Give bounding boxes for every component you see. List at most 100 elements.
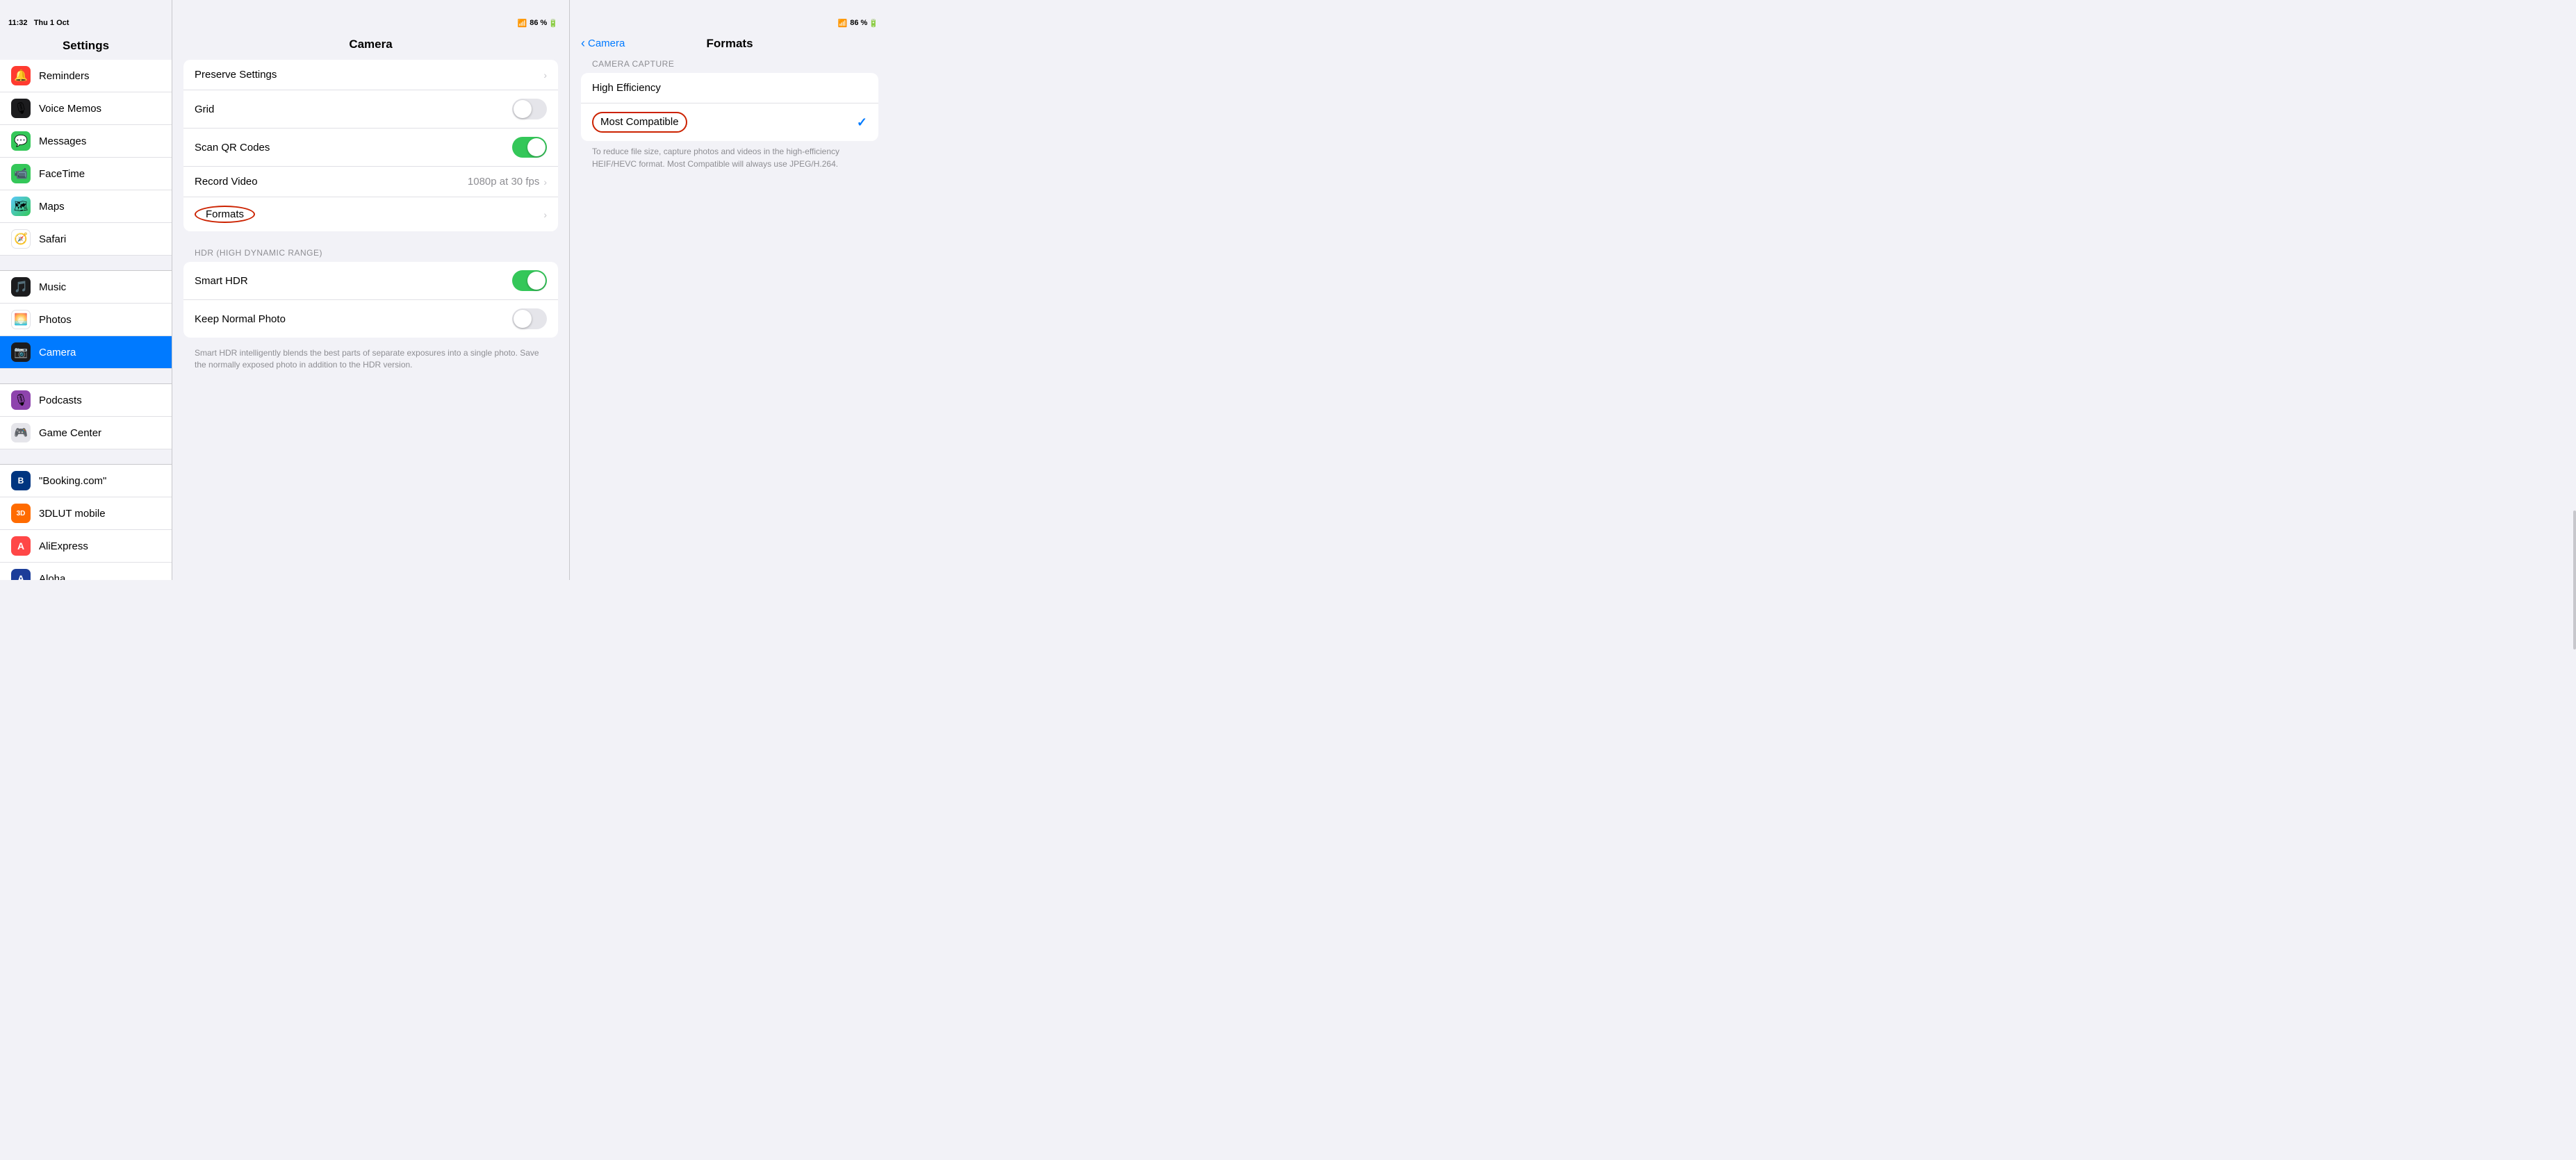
camera-panel-title: Camera	[172, 31, 569, 60]
aliexpress-icon: A	[11, 536, 31, 556]
sidebar-item-photos-label: Photos	[39, 314, 72, 326]
sidebar-item-aloha-label: Aloha	[39, 573, 65, 581]
smart-hdr-row[interactable]: Smart HDR	[183, 262, 558, 300]
formats-back-button[interactable]: ‹ Camera	[581, 36, 625, 51]
sidebar-divider-2	[0, 369, 172, 384]
capture-options-group: High Efficiency Most Compatible ✓	[581, 73, 878, 141]
sidebar-item-voicememos-label: Voice Memos	[39, 103, 101, 115]
sidebar-group-3: 🎙 Podcasts 🎮 Game Center	[0, 384, 172, 449]
date: Thu 1 Oct	[34, 19, 69, 27]
formats-title: Formats	[706, 37, 753, 51]
formats-right: ›	[543, 209, 547, 220]
sidebar-item-3dlut[interactable]: 3D 3DLUT mobile	[0, 497, 172, 530]
scan-qr-toggle[interactable]	[512, 137, 547, 158]
sidebar-item-camera[interactable]: 📷 Camera	[0, 336, 172, 369]
formats-label: Formats	[195, 206, 255, 223]
smart-hdr-toggle[interactable]	[512, 270, 547, 291]
record-video-right: 1080p at 30 fps ›	[468, 176, 547, 188]
most-compatible-label: Most Compatible	[592, 112, 687, 133]
sidebar-item-podcasts[interactable]: 🎙 Podcasts	[0, 384, 172, 417]
sidebar-item-photos[interactable]: 🌅 Photos	[0, 304, 172, 336]
camera-capture-header: CAMERA CAPTURE	[581, 59, 878, 73]
scan-qr-label: Scan QR Codes	[195, 142, 270, 154]
grid-toggle-knob	[514, 100, 532, 118]
grid-toggle[interactable]	[512, 99, 547, 119]
sidebar-item-safari-label: Safari	[39, 233, 66, 245]
formats-panel: 📶 86 % 🔋 ‹ Camera Formats CAMERA CAPTURE…	[570, 0, 889, 580]
battery-icon-formats: 🔋	[869, 19, 878, 28]
sidebar-item-reminders[interactable]: 🔔 Reminders	[0, 60, 172, 92]
sidebar-item-messages-label: Messages	[39, 135, 86, 147]
sidebar-group-1: 🔔 Reminders 🎙 Voice Memos 💬 Messages 📹 F…	[0, 60, 172, 256]
podcasts-icon: 🎙	[11, 390, 31, 410]
scan-qr-toggle-knob	[527, 138, 545, 156]
sidebar-item-music[interactable]: 🎵 Music	[0, 271, 172, 304]
photos-icon: 🌅	[11, 310, 31, 329]
formats-row[interactable]: Formats ›	[183, 197, 558, 231]
sidebar-item-aliexpress-label: AliExpress	[39, 540, 88, 552]
sidebar-group-4: B "Booking.com" 3D 3DLUT mobile A AliExp…	[0, 465, 172, 580]
sidebar-item-facetime[interactable]: 📹 FaceTime	[0, 158, 172, 190]
sidebar-item-booking[interactable]: B "Booking.com"	[0, 465, 172, 497]
record-video-row[interactable]: Record Video 1080p at 30 fps ›	[183, 167, 558, 197]
sidebar-group-2: 🎵 Music 🌅 Photos 📷 Camera	[0, 271, 172, 369]
record-video-label: Record Video	[195, 176, 258, 188]
formats-oval-annotation: Formats	[195, 206, 255, 223]
preserve-chevron-icon: ›	[543, 69, 547, 81]
capture-description: To reduce file size, capture photos and …	[581, 141, 878, 179]
sidebar-item-aliexpress[interactable]: A AliExpress	[0, 530, 172, 563]
high-efficiency-label: High Efficiency	[592, 82, 661, 94]
sidebar-item-music-label: Music	[39, 281, 66, 293]
formats-status-bar: 📶 86 % 🔋	[570, 15, 889, 31]
gamecenter-icon: 🎮	[11, 423, 31, 442]
keep-normal-toggle[interactable]	[512, 308, 547, 329]
sidebar-status-bar: 11:32 Thu 1 Oct	[0, 15, 172, 31]
sidebar: 11:32 Thu 1 Oct Settings 🔔 Reminders 🎙 V…	[0, 0, 172, 580]
sidebar-item-safari[interactable]: 🧭 Safari	[0, 223, 172, 256]
preserve-settings-label: Preserve Settings	[195, 69, 277, 81]
record-video-chevron-icon: ›	[543, 176, 547, 188]
grid-label: Grid	[195, 103, 214, 115]
sidebar-title: Settings	[0, 31, 172, 60]
preserve-settings-right: ›	[543, 69, 547, 81]
hdr-settings-group: Smart HDR Keep Normal Photo	[183, 262, 558, 338]
sidebar-item-aloha[interactable]: A Aloha	[0, 563, 172, 580]
wifi-icon-camera: 📶	[518, 19, 527, 28]
sidebar-item-gamecenter[interactable]: 🎮 Game Center	[0, 417, 172, 449]
camera-settings-group-1: Preserve Settings › Grid Scan QR Codes R…	[183, 60, 558, 231]
sidebar-item-voicememos[interactable]: 🎙 Voice Memos	[0, 92, 172, 125]
safari-icon: 🧭	[11, 229, 31, 249]
sidebar-item-maps[interactable]: 🗺 Maps	[0, 190, 172, 223]
aloha-icon: A	[11, 569, 31, 580]
back-label: Camera	[588, 38, 625, 49]
reminders-icon: 🔔	[11, 66, 31, 85]
hdr-section-header: HDR (HIGH DYNAMIC RANGE)	[172, 237, 569, 262]
sidebar-item-podcasts-label: Podcasts	[39, 395, 82, 406]
high-efficiency-row[interactable]: High Efficiency	[581, 73, 878, 103]
most-compatible-row[interactable]: Most Compatible ✓	[581, 103, 878, 141]
wifi-icon-formats: 📶	[838, 19, 848, 28]
preserve-settings-row[interactable]: Preserve Settings ›	[183, 60, 558, 90]
keep-normal-label: Keep Normal Photo	[195, 313, 286, 325]
grid-row[interactable]: Grid	[183, 90, 558, 129]
sidebar-item-gamecenter-label: Game Center	[39, 427, 101, 439]
3dlut-icon: 3D	[11, 504, 31, 523]
formats-chevron-icon: ›	[543, 209, 547, 220]
smart-hdr-knob	[527, 272, 545, 290]
voicememos-icon: 🎙	[11, 99, 31, 118]
sidebar-item-messages[interactable]: 💬 Messages	[0, 125, 172, 158]
time: 11:32	[8, 19, 28, 27]
sidebar-divider-3	[0, 449, 172, 465]
battery-icon-camera: 🔋	[548, 19, 558, 28]
battery-label-camera: 86 %	[530, 19, 547, 27]
time-date: 11:32 Thu 1 Oct	[8, 19, 69, 27]
most-compatible-oval-annotation: Most Compatible	[592, 112, 687, 133]
hdr-footer: Smart HDR intelligently blends the best …	[172, 343, 569, 381]
record-video-detail: 1080p at 30 fps	[468, 176, 539, 188]
maps-icon: 🗺	[11, 197, 31, 216]
back-chevron-icon: ‹	[581, 36, 585, 51]
facetime-icon: 📹	[11, 164, 31, 183]
keep-normal-row[interactable]: Keep Normal Photo	[183, 300, 558, 338]
sidebar-divider-1	[0, 256, 172, 271]
scan-qr-row[interactable]: Scan QR Codes	[183, 129, 558, 167]
